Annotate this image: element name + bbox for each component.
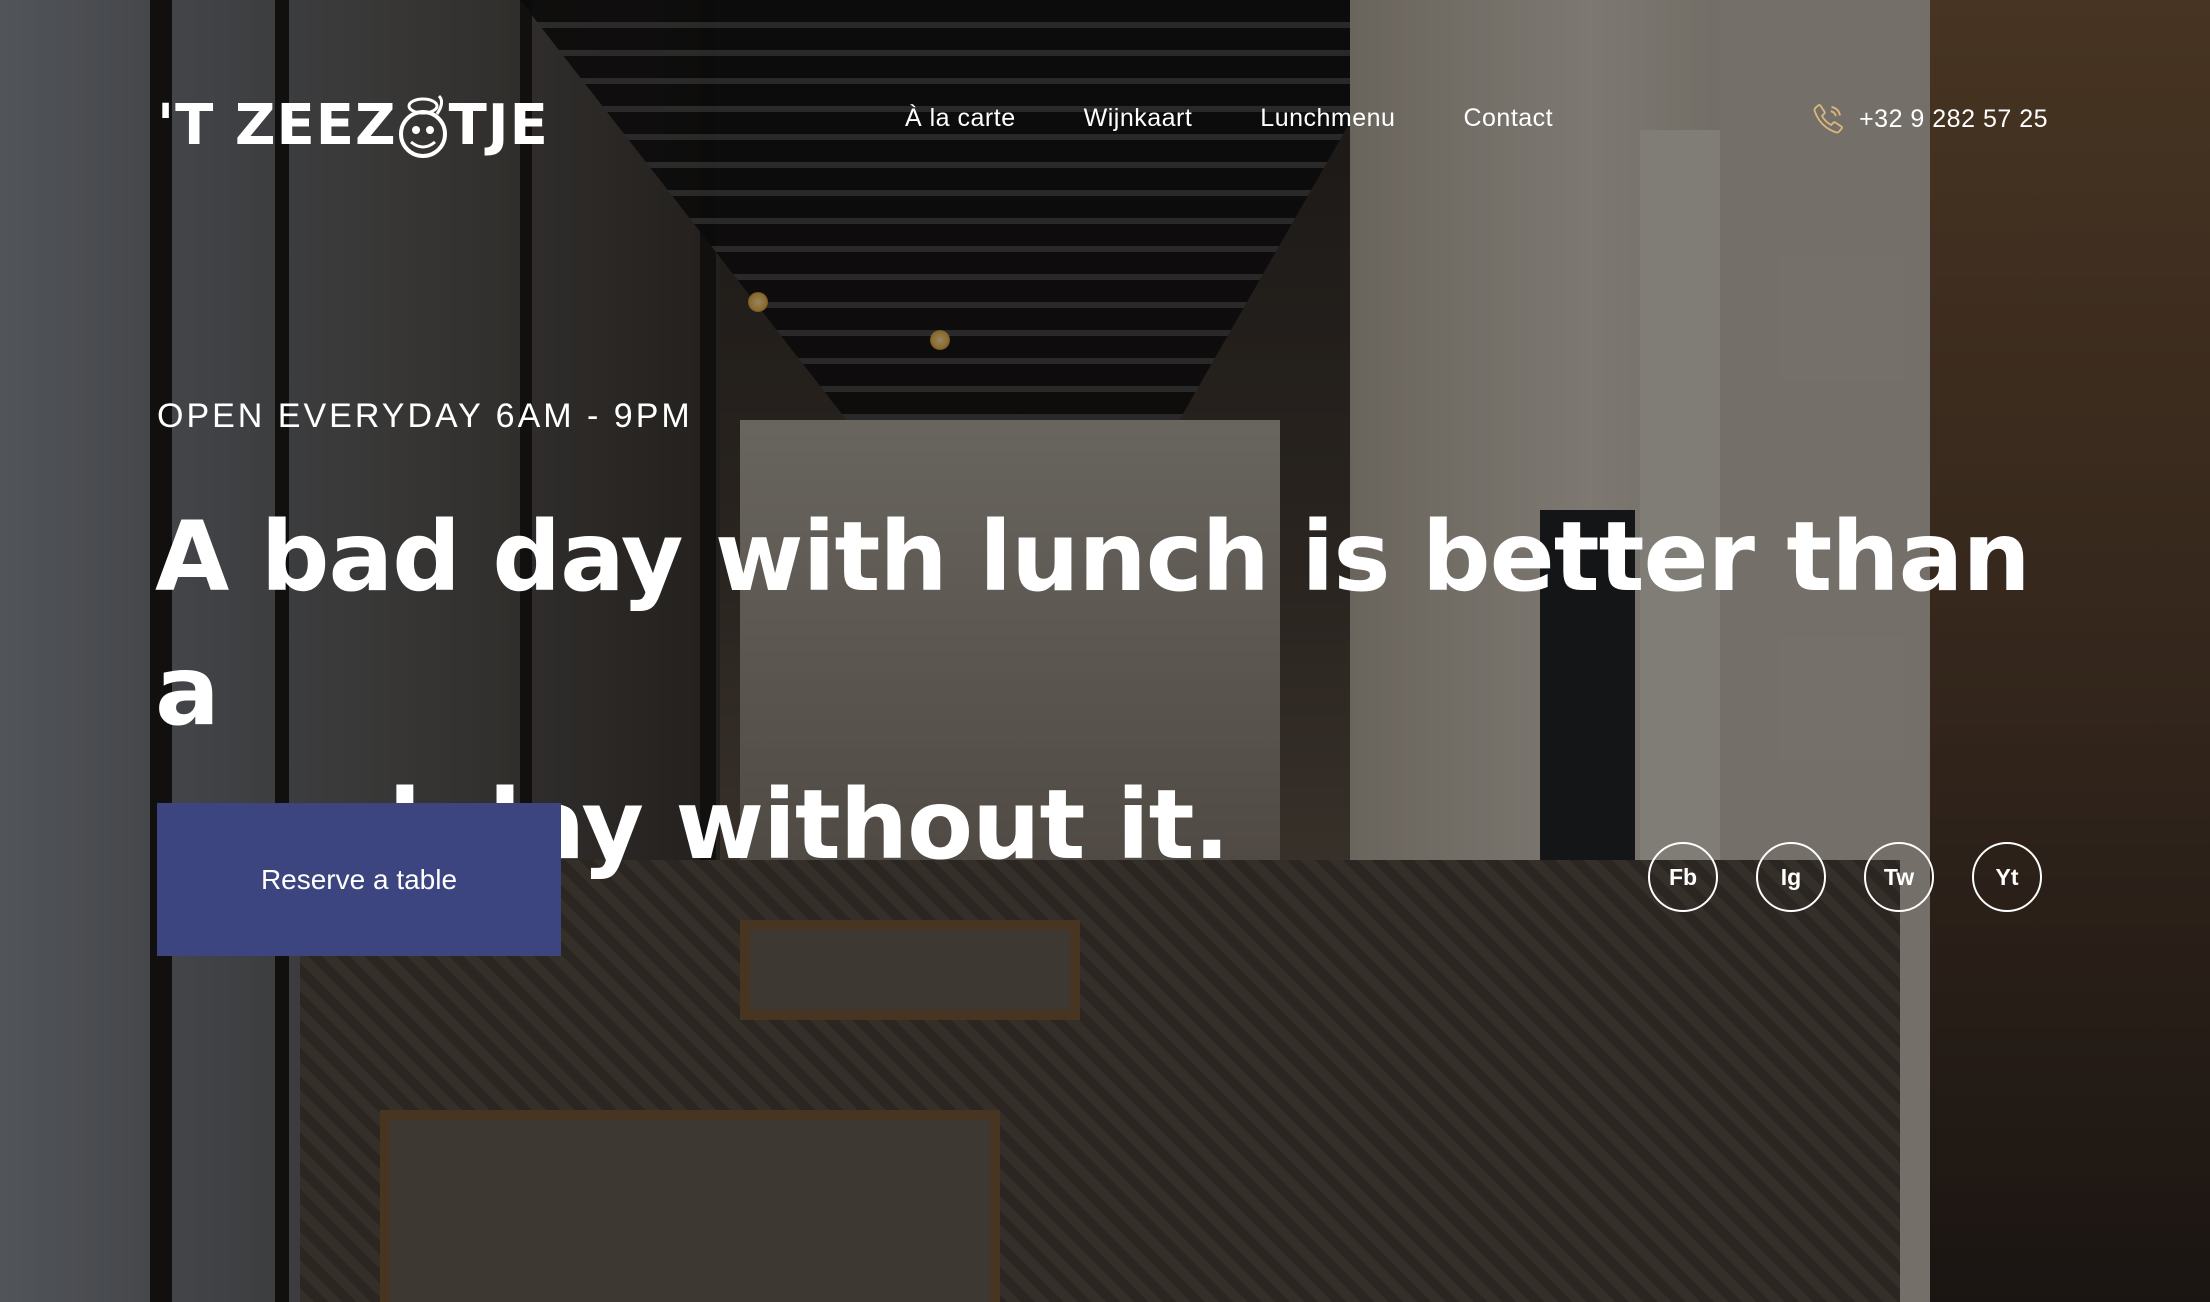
- opening-hours: OPEN EVERYDAY 6AM - 9PM: [157, 397, 693, 435]
- site-header: 'T ZEEZ TJE À la carte Wijnkaart Lunchme…: [0, 0, 2210, 240]
- facebook-link[interactable]: Fb: [1648, 842, 1718, 912]
- logo-text-right: TJE: [448, 93, 549, 158]
- main-nav: À la carte Wijnkaart Lunchmenu Contact: [905, 104, 1553, 133]
- youtube-link[interactable]: Yt: [1972, 842, 2042, 912]
- phone-link[interactable]: +32 9 282 57 25: [1811, 102, 2048, 136]
- nav-link-a-la-carte[interactable]: À la carte: [905, 104, 1016, 133]
- nav-link-lunchmenu[interactable]: Lunchmenu: [1260, 104, 1395, 133]
- social-links: Fb Ig Tw Yt: [1648, 842, 2042, 912]
- headline-line-1: A bad day with lunch is better than a: [155, 501, 2031, 747]
- nav-link-wijnkaart[interactable]: Wijnkaart: [1084, 104, 1193, 133]
- phone-number: +32 9 282 57 25: [1859, 104, 2048, 133]
- instagram-link[interactable]: Ig: [1756, 842, 1826, 912]
- logo-text-left: 'T ZEEZ: [157, 93, 397, 158]
- sailor-mascot-icon: [398, 94, 447, 158]
- phone-icon: [1813, 104, 1843, 134]
- twitter-link[interactable]: Tw: [1864, 842, 1934, 912]
- nav-link-contact[interactable]: Contact: [1463, 104, 1553, 133]
- site-logo[interactable]: 'T ZEEZ TJE: [157, 92, 549, 160]
- reserve-table-button[interactable]: Reserve a table: [157, 803, 561, 956]
